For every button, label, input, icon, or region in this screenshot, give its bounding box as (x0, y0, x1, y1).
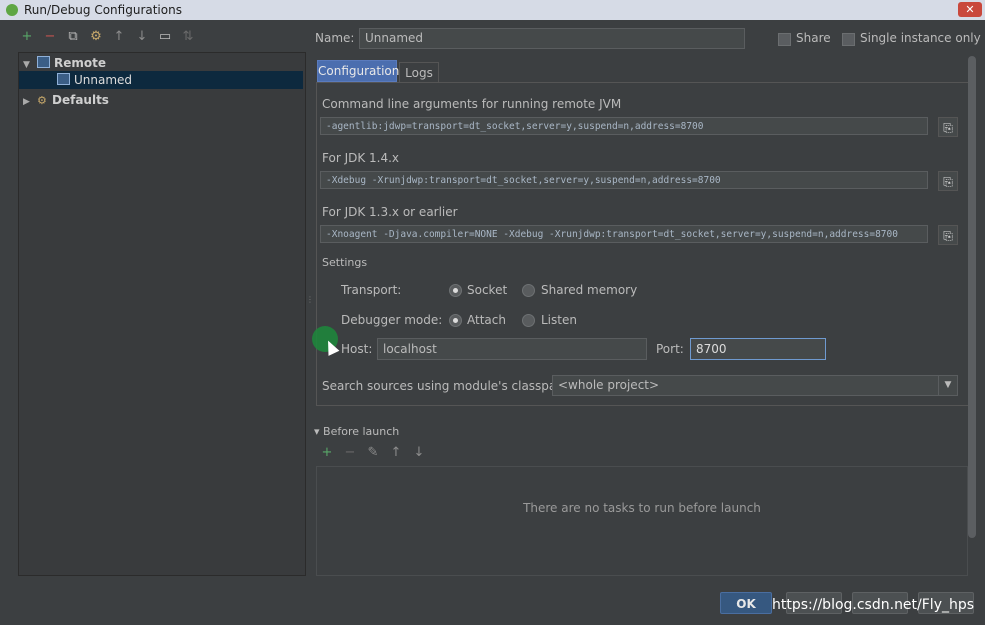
classpath-label: Search sources using module's classpath: (322, 379, 573, 393)
attach-label: Attach (467, 313, 506, 327)
jdk14-label: For JDK 1.4.x (322, 151, 400, 165)
copy-icon: ⎘ (943, 229, 953, 243)
collapse-arrow-icon: ▾ (314, 425, 320, 438)
config-tree: ▼ Remote Unnamed ▶ ⚙ Defaults (18, 52, 306, 576)
copy-icon: ⎘ (943, 121, 953, 135)
remove-icon[interactable]: − (41, 28, 59, 46)
remote-config-icon (57, 73, 70, 85)
cmd-args-field[interactable]: -agentlib:jdwp=transport=dt_socket,serve… (320, 117, 928, 135)
tree-item-unnamed[interactable]: Unnamed (19, 71, 303, 89)
add-task-icon[interactable]: + (318, 444, 336, 462)
tree-item-defaults[interactable]: ▶ ⚙ Defaults (23, 91, 303, 109)
before-launch-list: There are no tasks to run before launch (316, 466, 968, 576)
dropdown-arrow-icon[interactable]: ▼ (938, 376, 957, 395)
remote-config-icon (37, 56, 50, 68)
classpath-value: <whole project> (558, 378, 660, 392)
jdk14-field[interactable]: -Xdebug -Xrunjdwp:transport=dt_socket,se… (320, 171, 928, 189)
tab-logs[interactable]: Logs (399, 62, 439, 82)
attach-radio[interactable] (449, 314, 462, 327)
sort-icon[interactable]: ⇅ (179, 28, 197, 46)
edit-defaults-icon[interactable]: ⚙ (87, 28, 105, 46)
app-icon (6, 4, 18, 16)
folder-icon[interactable]: ▭ (156, 28, 174, 46)
task-down-icon[interactable]: ↓ (410, 444, 428, 462)
empty-tasks-text: There are no tasks to run before launch (523, 501, 761, 515)
single-instance-label: Single instance only (860, 31, 981, 45)
copy-icon: ⎘ (943, 175, 953, 189)
before-launch-label: Before launch (323, 425, 400, 438)
tree-label-defaults: Defaults (52, 93, 109, 107)
splitter-handle[interactable]: ⋮ (306, 295, 314, 309)
name-label: Name: (315, 31, 355, 45)
tree-label-remote: Remote (54, 56, 107, 70)
port-label: Port: (656, 342, 684, 356)
close-button[interactable]: ✕ (958, 2, 982, 17)
add-icon[interactable]: + (18, 28, 36, 46)
share-checkbox[interactable] (778, 33, 791, 46)
before-launch-toolbar: + − ✎ ↑ ↓ (318, 444, 438, 462)
tree-label-unnamed: Unnamed (74, 73, 133, 87)
settings-label: Settings (322, 256, 368, 269)
window-title: Run/Debug Configurations (24, 3, 182, 17)
name-field[interactable]: Unnamed (359, 28, 745, 49)
share-label: Share (796, 31, 831, 45)
edit-task-icon[interactable]: ✎ (364, 444, 382, 462)
copy-jdk14-button[interactable]: ⎘ (938, 171, 958, 191)
listen-radio[interactable] (522, 314, 535, 327)
listen-label: Listen (541, 313, 577, 327)
debugger-mode-label: Debugger mode: (341, 313, 443, 327)
defaults-icon: ⚙ (37, 94, 47, 107)
vertical-scrollbar[interactable] (968, 56, 976, 538)
task-up-icon[interactable]: ↑ (387, 444, 405, 462)
copy-jdk13-button[interactable]: ⎘ (938, 225, 958, 245)
tree-item-remote[interactable]: ▼ Remote (23, 54, 303, 72)
socket-label: Socket (467, 283, 508, 297)
transport-label: Transport: (341, 283, 402, 297)
before-launch-section[interactable]: ▾ Before launch (314, 425, 399, 438)
copy-icon[interactable]: ⧉ (64, 28, 82, 46)
host-field[interactable]: localhost (377, 338, 647, 360)
ok-button[interactable]: OK (720, 592, 772, 614)
shared-memory-label: Shared memory (541, 283, 638, 297)
move-down-icon[interactable]: ↓ (133, 28, 151, 46)
move-up-icon[interactable]: ↑ (110, 28, 128, 46)
socket-radio[interactable] (449, 284, 462, 297)
jdk13-field[interactable]: -Xnoagent -Djava.compiler=NONE -Xdebug -… (320, 225, 928, 243)
host-label: Host: (341, 342, 373, 356)
title-bar: Run/Debug Configurations ✕ (0, 0, 985, 20)
remove-task-icon[interactable]: − (341, 444, 359, 462)
watermark-text: https://blog.csdn.net/Fly_hps (772, 597, 975, 613)
shared-memory-radio[interactable] (522, 284, 535, 297)
single-instance-checkbox[interactable] (842, 33, 855, 46)
port-field[interactable]: 8700 (690, 338, 826, 360)
cmd-args-label: Command line arguments for running remot… (322, 97, 622, 111)
tab-configuration[interactable]: Configuration (317, 60, 399, 82)
config-toolbar: + − ⧉ ⚙ ↑ ↓ ▭ ⇅ (18, 28, 308, 50)
classpath-select[interactable]: <whole project> ▼ (552, 375, 958, 396)
jdk13-label: For JDK 1.3.x or earlier (322, 205, 458, 219)
collapsed-arrow-icon: ▶ (23, 97, 30, 107)
copy-cmd-button[interactable]: ⎘ (938, 117, 958, 137)
